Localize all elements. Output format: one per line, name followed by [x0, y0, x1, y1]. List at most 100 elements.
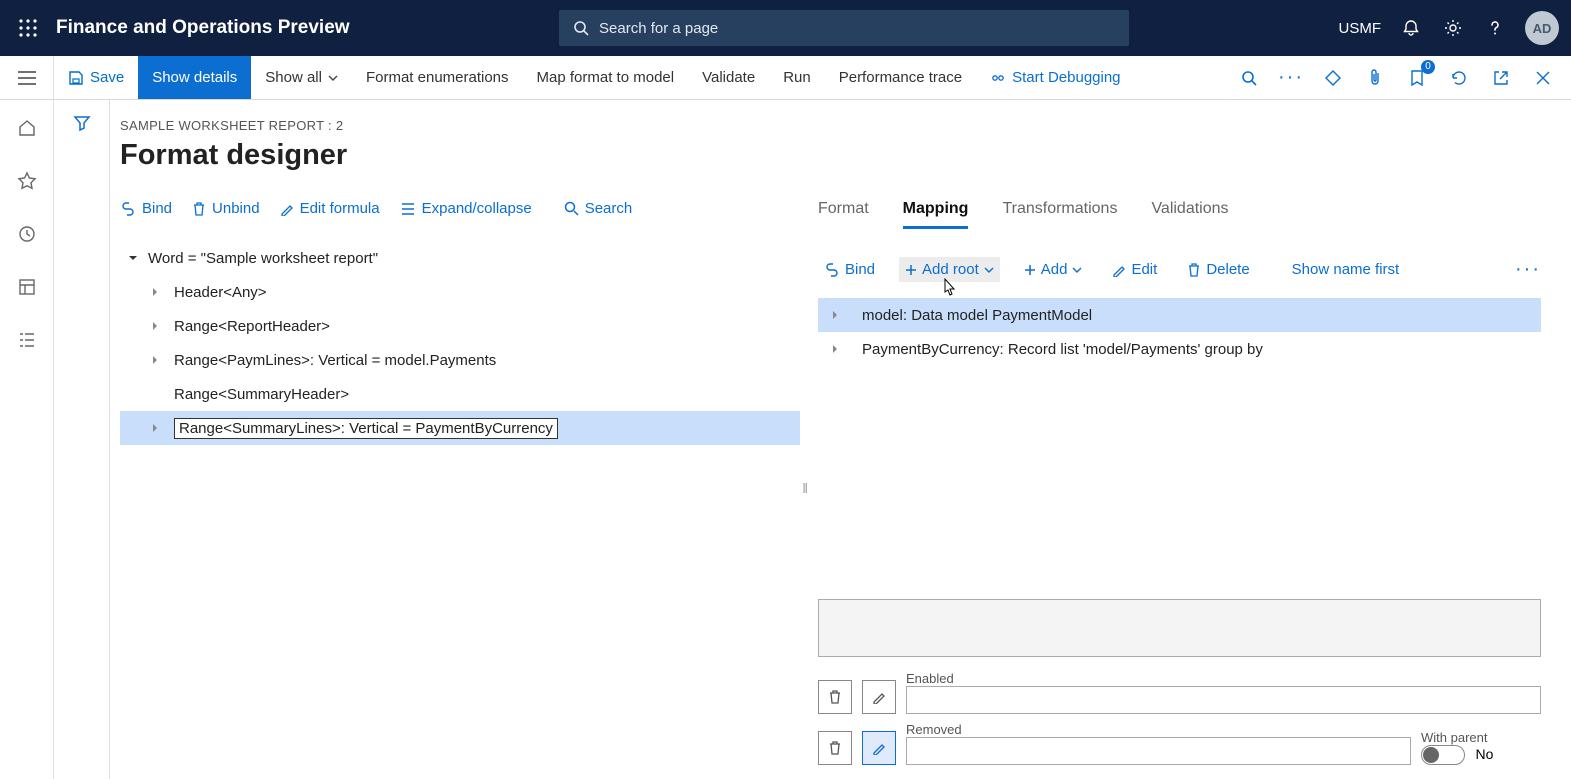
breadcrumb: SAMPLE WORKSHEET REPORT : 2 [110, 118, 800, 133]
left-nav-rail [0, 100, 54, 779]
filter-icon[interactable] [73, 114, 91, 779]
tree-node[interactable]: Header<Any> [120, 275, 800, 309]
format-enumerations-button[interactable]: Format enumerations [352, 56, 523, 99]
mapping-node[interactable]: PaymentByCurrency: Record list 'model/Pa… [818, 332, 1541, 366]
legal-entity[interactable]: USMF [1338, 20, 1381, 37]
user-avatar[interactable]: AD [1525, 11, 1559, 45]
removed-label: Removed [906, 722, 1411, 737]
trash-icon [192, 201, 206, 217]
command-bar: Save Show details Show all Format enumer… [0, 56, 1571, 100]
plus-icon [905, 264, 917, 276]
star-icon[interactable] [17, 171, 37, 196]
bookmark-badge: 0 [1421, 60, 1435, 74]
tab-validations[interactable]: Validations [1151, 200, 1228, 229]
notification-icon[interactable] [1399, 16, 1423, 40]
caret-right-icon[interactable] [826, 340, 844, 358]
home-icon[interactable] [17, 118, 37, 143]
save-button[interactable]: Save [54, 56, 138, 99]
show-all-button[interactable]: Show all [251, 56, 352, 99]
tab-format[interactable]: Format [818, 200, 869, 229]
caret-right-icon[interactable] [146, 419, 164, 437]
tree-root[interactable]: Word = "Sample worksheet report" [120, 241, 800, 275]
unbind-button[interactable]: Unbind [192, 200, 260, 217]
chevron-down-icon [984, 267, 994, 273]
enabled-input[interactable] [906, 686, 1541, 714]
expression-input[interactable] [818, 599, 1541, 657]
close-icon[interactable] [1529, 64, 1557, 92]
map-format-to-model-button[interactable]: Map format to model [523, 56, 689, 99]
edit-button[interactable]: Edit [1106, 257, 1163, 282]
expand-collapse-button[interactable]: Expand/collapse [400, 200, 532, 217]
tree-node[interactable]: Range<ReportHeader> [120, 309, 800, 343]
recent-icon[interactable] [17, 224, 37, 249]
trash-icon [1187, 262, 1201, 278]
edit-enabled-button[interactable] [862, 680, 896, 714]
enabled-label: Enabled [906, 671, 1541, 686]
delete-enabled-button[interactable] [818, 680, 852, 714]
performance-trace-button[interactable]: Performance trace [825, 56, 976, 99]
filter-column [54, 100, 110, 779]
edit-removed-button[interactable] [862, 731, 896, 765]
link-icon [120, 202, 136, 216]
mapping-pane: Format Mapping Transformations Validatio… [800, 100, 1571, 779]
trash-icon [828, 740, 842, 756]
delete-button[interactable]: Delete [1181, 257, 1255, 282]
more-icon[interactable]: ··· [1515, 258, 1541, 281]
chevron-down-icon [1072, 267, 1082, 273]
search-icon [573, 20, 589, 36]
with-parent-label: With parent [1421, 730, 1541, 745]
validate-button[interactable]: Validate [688, 56, 769, 99]
trash-icon [828, 689, 842, 705]
global-search[interactable]: Search for a page [559, 10, 1129, 46]
tab-transformations[interactable]: Transformations [1002, 200, 1117, 229]
caret-right-icon[interactable] [146, 283, 164, 301]
mapping-node-selected[interactable]: model: Data model PaymentModel [818, 298, 1541, 332]
add-button[interactable]: Add [1018, 257, 1089, 282]
bind-button[interactable]: Bind [120, 200, 172, 217]
popout-icon[interactable] [1487, 64, 1515, 92]
caret-right-icon[interactable] [146, 317, 164, 335]
caret-down-icon[interactable] [124, 249, 142, 267]
with-parent-toggle[interactable]: No [1421, 745, 1541, 765]
settings-icon[interactable] [1441, 16, 1465, 40]
format-toolbar: Bind Unbind Edit formula Expand/collapse… [110, 200, 800, 217]
pencil-icon [280, 202, 294, 216]
pencil-icon [1112, 263, 1126, 277]
search-command-icon[interactable] [1235, 64, 1263, 92]
diamond-icon[interactable] [1319, 64, 1347, 92]
more-commands-icon[interactable]: ··· [1277, 64, 1305, 92]
format-search-button[interactable]: Search [564, 200, 633, 217]
show-details-button[interactable]: Show details [138, 56, 251, 99]
header-right: USMF AD [1338, 11, 1559, 45]
property-fields: Enabled Removed Wi [818, 599, 1541, 779]
chevron-down-icon [328, 75, 338, 81]
help-icon[interactable] [1483, 16, 1507, 40]
mapping-toolbar: Bind Add root Add Edit [818, 257, 1541, 282]
modules-icon[interactable] [17, 330, 37, 355]
add-root-button[interactable]: Add root [899, 257, 1000, 282]
tree-node[interactable]: Range<SummaryHeader> [120, 377, 800, 411]
start-debugging-button[interactable]: Start Debugging [976, 56, 1134, 99]
refresh-icon[interactable] [1445, 64, 1473, 92]
delete-removed-button[interactable] [818, 731, 852, 765]
body: SAMPLE WORKSHEET REPORT : 2 Format desig… [0, 100, 1571, 779]
run-button[interactable]: Run [769, 56, 825, 99]
paperclip-icon[interactable] [1361, 64, 1389, 92]
caret-right-icon[interactable] [146, 351, 164, 369]
edit-formula-button[interactable]: Edit formula [280, 200, 380, 217]
tab-mapping[interactable]: Mapping [903, 200, 969, 229]
bookmark-icon[interactable]: 0 [1403, 64, 1431, 92]
main-content: SAMPLE WORKSHEET REPORT : 2 Format desig… [110, 100, 1571, 779]
caret-right-icon[interactable] [826, 306, 844, 324]
show-name-first-button[interactable]: Show name first [1286, 257, 1406, 282]
app-launcher-icon[interactable] [12, 12, 44, 44]
pencil-icon [872, 690, 886, 704]
tree-node[interactable]: Range<PaymLines>: Vertical = model.Payme… [120, 343, 800, 377]
tree-node-selected[interactable]: Range<SummaryLines>: Vertical = PaymentB… [120, 411, 800, 445]
list-icon [400, 202, 416, 216]
nav-toggle-button[interactable] [0, 56, 54, 99]
mapping-bind-button[interactable]: Bind [818, 257, 881, 282]
removed-input[interactable] [906, 737, 1411, 765]
workspace-icon[interactable] [17, 277, 37, 302]
format-tree: Word = "Sample worksheet report" Header<… [110, 241, 800, 445]
